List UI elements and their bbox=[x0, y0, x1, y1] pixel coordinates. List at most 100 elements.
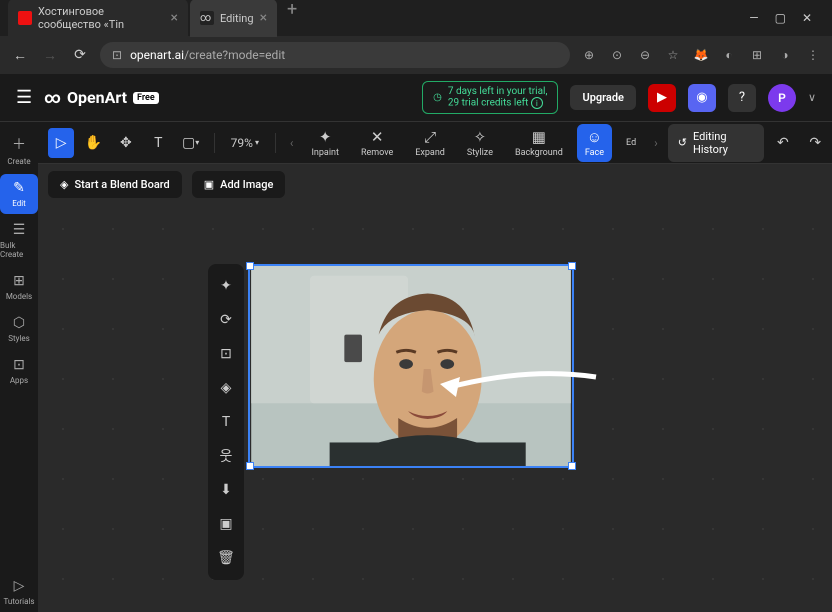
top-toolbar: ▷ ✋ ✥ T ▢▾ 79% ▾ ‹ ✦Inpaint ✕Remove ⤢Exp… bbox=[38, 122, 832, 164]
tool-expand[interactable]: ⤢Expand bbox=[407, 126, 453, 160]
annotation-arrow bbox=[438, 369, 598, 399]
shape-tool[interactable]: ▢▾ bbox=[177, 128, 203, 158]
star-icon[interactable]: ☆ bbox=[664, 48, 682, 62]
close-button[interactable]: ✕ bbox=[802, 11, 812, 25]
hand-tool[interactable]: ✋ bbox=[80, 128, 106, 158]
delete-tool[interactable]: 🗑 bbox=[212, 544, 240, 572]
app-header: ☰ ∞ OpenArt Free ◷ 7 days left in your t… bbox=[0, 74, 832, 122]
info-icon[interactable]: i bbox=[531, 97, 543, 109]
chevron-down-icon[interactable]: ∨ bbox=[808, 91, 816, 104]
tool-background[interactable]: ▦Background bbox=[507, 126, 571, 160]
minimize-button[interactable]: — bbox=[749, 11, 758, 25]
zoom-control[interactable]: 79% ▾ bbox=[225, 136, 265, 150]
sidebar-item-tutorials[interactable]: ▷Tutorials bbox=[0, 572, 38, 612]
hamburger-icon[interactable]: ☰ bbox=[16, 87, 32, 108]
extensions-icon[interactable]: ⊞ bbox=[748, 48, 766, 62]
cursor-tool[interactable]: ▷ bbox=[48, 128, 74, 158]
resize-handle[interactable] bbox=[568, 262, 576, 270]
scroll-right-icon[interactable]: › bbox=[650, 136, 662, 150]
image-icon: ▣ bbox=[204, 178, 214, 191]
youtube-button[interactable]: ▶ bbox=[648, 84, 676, 112]
edit-icon: ✎ bbox=[13, 180, 25, 196]
text-tool[interactable]: T bbox=[212, 408, 240, 436]
floating-toolbar: ✦ ⟳ ⊡ ◈ T 웃 ⬇ ▣ 🗑 bbox=[208, 264, 244, 580]
zoom-icon[interactable]: ⊖ bbox=[636, 48, 654, 62]
resize-handle[interactable] bbox=[246, 262, 254, 270]
new-tab-button[interactable]: + bbox=[279, 0, 305, 37]
extension-icon[interactable]: 🦊 bbox=[692, 48, 710, 62]
tutorials-icon: ▷ bbox=[14, 578, 25, 594]
left-sidebar: ＋Create ✎Edit ☰Bulk Create ⊞Models ⬡Styl… bbox=[0, 122, 38, 612]
translate-icon[interactable]: ⊕ bbox=[580, 48, 598, 62]
resize-handle[interactable] bbox=[568, 462, 576, 470]
download-tool[interactable]: ⬇ bbox=[212, 476, 240, 504]
browser-actions: ⊕ ⊙ ⊖ ☆ 🦊 ◐ ⊞ ◑ ⋮ bbox=[580, 48, 822, 62]
bulk-icon: ☰ bbox=[13, 222, 26, 238]
forward-button[interactable]: → bbox=[40, 47, 60, 64]
close-icon[interactable]: × bbox=[171, 10, 178, 26]
history-icon: ↺ bbox=[678, 136, 687, 149]
sidebar-item-create[interactable]: ＋Create bbox=[0, 128, 38, 172]
tool-inpaint[interactable]: ✦Inpaint bbox=[303, 126, 346, 160]
tool-stylize[interactable]: ✧Stylize bbox=[459, 126, 501, 160]
blend-board-button[interactable]: ◈Start a Blend Board bbox=[48, 171, 182, 198]
search-icon[interactable]: ⊙ bbox=[608, 48, 626, 62]
editing-history-button[interactable]: ↺Editing History bbox=[668, 124, 764, 162]
add-image-button[interactable]: ▣Add Image bbox=[192, 171, 286, 198]
upgrade-button[interactable]: Upgrade bbox=[570, 85, 635, 110]
sidebar-item-models[interactable]: ⊞Models bbox=[0, 267, 38, 307]
layers-icon: ◈ bbox=[60, 178, 68, 191]
tool-remove[interactable]: ✕Remove bbox=[353, 126, 401, 160]
action-row: ◈Start a Blend Board ▣Add Image bbox=[38, 164, 832, 204]
undo-button[interactable]: ↶ bbox=[770, 128, 796, 158]
move-tool[interactable]: ✥ bbox=[113, 128, 139, 158]
expand-icon: ⤢ bbox=[424, 128, 436, 146]
tool-more[interactable]: Ed bbox=[618, 136, 644, 150]
scroll-left-icon[interactable]: ‹ bbox=[286, 136, 298, 150]
selected-image[interactable] bbox=[248, 264, 574, 468]
browser-tab[interactable]: Хостинговое сообщество «Tin × bbox=[8, 0, 188, 37]
sidebar-item-bulk[interactable]: ☰Bulk Create bbox=[0, 216, 38, 265]
avatar[interactable]: P bbox=[768, 84, 796, 112]
magic-tool[interactable]: ✦ bbox=[212, 272, 240, 300]
regenerate-tool[interactable]: ⟳ bbox=[212, 306, 240, 334]
crop-tool[interactable]: ⊡ bbox=[212, 340, 240, 368]
extension-icon[interactable]: ◐ bbox=[720, 48, 738, 62]
canvas-image bbox=[250, 266, 572, 466]
site-info-icon[interactable]: ⊡ bbox=[112, 48, 122, 62]
browser-tab[interactable]: ∞ Editing × bbox=[190, 0, 277, 37]
close-icon[interactable]: × bbox=[260, 10, 267, 26]
sidebar-item-apps[interactable]: ⊡Apps bbox=[0, 351, 38, 391]
save-tool[interactable]: ▣ bbox=[212, 510, 240, 538]
trial-banner[interactable]: ◷ 7 days left in your trial, 29 trial cr… bbox=[422, 81, 558, 114]
help-button[interactable]: ? bbox=[728, 84, 756, 112]
canvas[interactable]: ✦ ⟳ ⊡ ◈ T 웃 ⬇ ▣ 🗑 bbox=[38, 204, 832, 612]
url-input[interactable]: ⊡ openart.ai/create?mode=edit bbox=[100, 42, 570, 68]
tool-face[interactable]: ☺Face bbox=[577, 124, 612, 162]
tab-title: Editing bbox=[220, 12, 254, 25]
person-tool[interactable]: 웃 bbox=[212, 442, 240, 470]
redo-button[interactable]: ↷ bbox=[802, 128, 828, 158]
tab-title: Хостинговое сообщество «Tin bbox=[38, 5, 165, 31]
resize-handle[interactable] bbox=[246, 462, 254, 470]
text-tool[interactable]: T bbox=[145, 128, 171, 158]
browser-tabs: Хостинговое сообщество «Tin × ∞ Editing … bbox=[8, 0, 737, 37]
discord-button[interactable]: ◉ bbox=[688, 84, 716, 112]
browser-addressbar: ← → ⟳ ⊡ openart.ai/create?mode=edit ⊕ ⊙ … bbox=[0, 36, 832, 74]
background-icon: ▦ bbox=[532, 128, 546, 146]
back-button[interactable]: ← bbox=[10, 47, 30, 64]
face-icon: ☺ bbox=[587, 128, 602, 146]
styles-icon: ⬡ bbox=[13, 315, 25, 331]
logo[interactable]: ∞ OpenArt Free bbox=[44, 88, 159, 107]
sidebar-item-styles[interactable]: ⬡Styles bbox=[0, 309, 38, 349]
window-controls: — ▢ ✕ bbox=[737, 11, 824, 25]
workspace: ▷ ✋ ✥ T ▢▾ 79% ▾ ‹ ✦Inpaint ✕Remove ⤢Exp… bbox=[38, 122, 832, 612]
models-icon: ⊞ bbox=[13, 273, 25, 289]
layers-tool[interactable]: ◈ bbox=[212, 374, 240, 402]
sidebar-item-edit[interactable]: ✎Edit bbox=[0, 174, 38, 214]
reload-button[interactable]: ⟳ bbox=[70, 47, 90, 63]
profile-icon[interactable]: ◑ bbox=[776, 48, 794, 62]
maximize-button[interactable]: ▢ bbox=[775, 11, 786, 25]
stylize-icon: ✧ bbox=[474, 128, 487, 146]
menu-icon[interactable]: ⋮ bbox=[804, 48, 822, 62]
